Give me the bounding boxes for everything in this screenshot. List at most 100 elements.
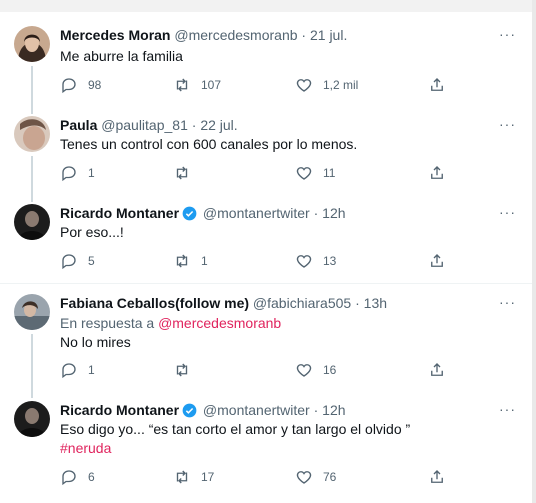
tweet-ricardo-montaner-1[interactable]: Ricardo Montaner @montanertwiter · 12h ·… [0, 196, 532, 284]
share-button[interactable] [428, 164, 446, 182]
thread-line [31, 334, 33, 390]
thread-line [31, 196, 33, 202]
author-handle[interactable]: @montanertwiter [203, 402, 310, 418]
author-name[interactable]: Ricardo Montaner [60, 402, 179, 418]
share-button[interactable] [428, 252, 446, 270]
action-bar: 6 17 76 [60, 468, 460, 488]
more-icon[interactable]: ··· [499, 294, 516, 310]
retweet-button[interactable]: 107 [173, 76, 221, 94]
heart-icon [296, 255, 312, 268]
tweet-text: Me aburre la familia [60, 48, 183, 64]
separator: · [355, 295, 360, 311]
reply-icon [62, 363, 76, 379]
reply-icon [62, 254, 76, 270]
author-handle[interactable]: @fabichiara505 [253, 295, 351, 311]
separator: · [313, 205, 319, 221]
retweet-icon [176, 363, 188, 377]
tweet-text: Eso digo yo... “es tan corto el amor y t… [60, 421, 411, 437]
avatar[interactable] [14, 294, 50, 330]
timestamp[interactable]: 12h [322, 402, 345, 418]
heart-icon [296, 471, 312, 484]
timestamp[interactable]: 13h [364, 295, 387, 311]
author-name[interactable]: Fabiana Ceballos(follow me) [60, 295, 249, 311]
reply-button[interactable]: 98 [60, 76, 101, 94]
like-button[interactable]: 16 [295, 361, 336, 379]
like-button[interactable]: 13 [295, 252, 336, 270]
more-icon[interactable]: ··· [499, 26, 516, 42]
retweet-button[interactable] [173, 164, 191, 182]
reply-context: En respuesta a @mercedesmoranb [60, 314, 281, 333]
tweet-header: Ricardo Montaner @montanertwiter · 12h [60, 401, 346, 419]
more-icon[interactable]: ··· [499, 204, 516, 220]
share-icon [431, 254, 443, 267]
like-button[interactable]: 1,2 mil [295, 76, 358, 94]
timestamp[interactable]: 12h [322, 205, 345, 221]
tweet-paula[interactable]: Paula @paulitap_81 · 22 jul. ··· Tenes u… [0, 108, 532, 196]
avatar[interactable] [14, 116, 50, 152]
avatar[interactable] [14, 204, 50, 240]
mention-link[interactable]: @mercedesmoranb [158, 315, 281, 331]
reply-button[interactable]: 1 [60, 361, 95, 379]
action-bar: 98 107 1,2 mil [60, 76, 460, 96]
like-count: 1,2 mil [323, 78, 359, 92]
author-handle[interactable]: @mercedesmoranb [174, 27, 297, 43]
share-icon [431, 470, 443, 483]
retweet-count: 1 [201, 254, 208, 268]
reply-button[interactable]: 6 [60, 468, 95, 486]
thread-line [31, 66, 33, 108]
like-count: 16 [323, 363, 337, 377]
action-bar: 1 11 [60, 164, 460, 184]
tweet-header: Mercedes Moran @mercedesmoranb · 21 jul. [60, 26, 347, 44]
separator: · [191, 117, 197, 133]
reply-count: 1 [88, 363, 95, 377]
tweet-mercedes-moran[interactable]: Mercedes Moran @mercedesmoranb · 21 jul.… [0, 12, 532, 108]
author-name[interactable]: Paula [60, 117, 97, 133]
heart-icon [296, 364, 312, 377]
share-button[interactable] [428, 361, 446, 379]
retweet-icon [176, 166, 188, 180]
more-icon[interactable]: ··· [499, 401, 516, 417]
retweet-icon [176, 470, 188, 484]
heart-icon [296, 79, 312, 92]
avatar[interactable] [14, 401, 50, 437]
timestamp[interactable]: 22 jul. [200, 117, 237, 133]
retweet-button[interactable]: 1 [173, 252, 208, 270]
tweet-text: Por eso...! [60, 224, 124, 240]
heart-icon [296, 167, 312, 180]
action-bar: 1 16 [60, 361, 460, 381]
reply-icon [62, 166, 76, 182]
reply-button[interactable]: 5 [60, 252, 95, 270]
reply-icon [62, 470, 76, 486]
separator: · [301, 27, 307, 43]
reply-button[interactable]: 1 [60, 164, 95, 182]
reply-count: 1 [88, 166, 95, 180]
author-handle[interactable]: @montanertwiter [203, 205, 310, 221]
author-name[interactable]: Ricardo Montaner [60, 205, 179, 221]
tweet-header: Paula @paulitap_81 · 22 jul. [60, 116, 238, 134]
reply-icon [62, 78, 76, 94]
avatar[interactable] [14, 26, 50, 62]
share-button[interactable] [428, 468, 446, 486]
tweet-text: No lo mires [60, 334, 131, 350]
reply-count: 98 [88, 78, 102, 92]
tweet-ricardo-montaner-2[interactable]: Ricardo Montaner @montanertwiter · 12h ·… [0, 390, 532, 503]
share-icon [431, 78, 443, 91]
top-strip [0, 0, 536, 12]
retweet-button[interactable] [173, 361, 191, 379]
author-name[interactable]: Mercedes Moran [60, 27, 170, 43]
retweet-icon [176, 78, 188, 92]
hashtag-link[interactable]: #neruda [60, 439, 111, 458]
tweet-header: Ricardo Montaner @montanertwiter · 12h [60, 204, 346, 222]
like-button[interactable]: 11 [295, 164, 335, 182]
timestamp[interactable]: 21 jul. [310, 27, 347, 43]
author-handle[interactable]: @paulitap_81 [101, 117, 188, 133]
right-edge [532, 0, 536, 503]
separator: · [313, 402, 319, 418]
retweet-button[interactable]: 17 [173, 468, 214, 486]
like-count: 13 [323, 254, 337, 268]
share-button[interactable] [428, 76, 446, 94]
more-icon[interactable]: ··· [499, 116, 516, 132]
verified-badge-icon [182, 206, 197, 221]
tweet-fabiana-ceballos[interactable]: Fabiana Ceballos(follow me) @fabichiara5… [0, 284, 532, 390]
like-button[interactable]: 76 [295, 468, 336, 486]
